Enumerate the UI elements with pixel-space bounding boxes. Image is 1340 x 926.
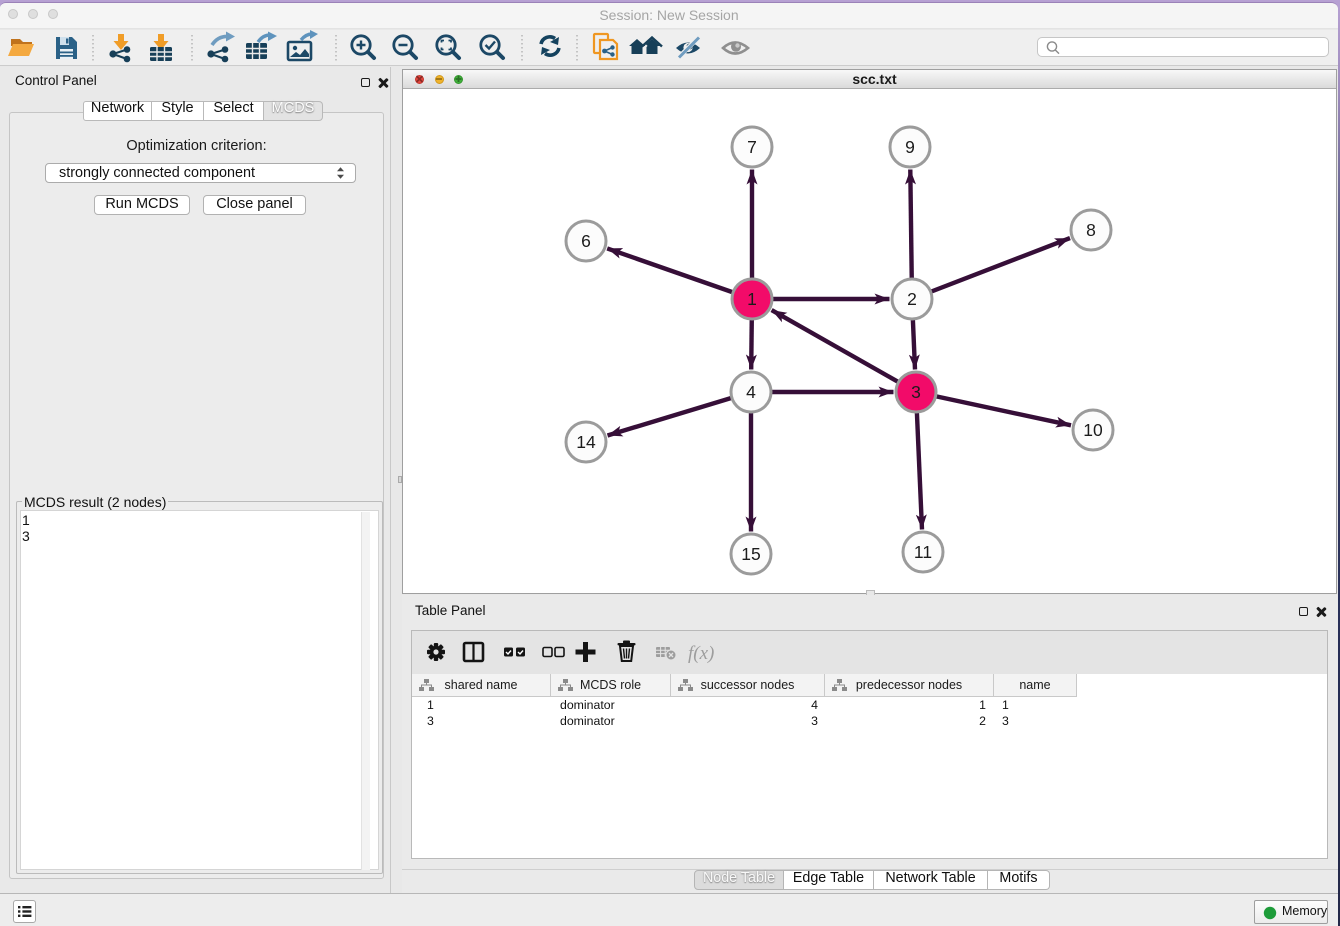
svg-text:f(x): f(x) [688, 643, 714, 664]
svg-text:10: 10 [1083, 420, 1103, 440]
svg-text:11: 11 [914, 542, 932, 562]
svg-text:14: 14 [576, 432, 596, 452]
svg-text:8: 8 [1086, 220, 1096, 240]
svg-text:1: 1 [747, 289, 757, 309]
svg-text:3: 3 [911, 382, 921, 402]
svg-text:6: 6 [581, 231, 591, 251]
svg-text:15: 15 [741, 544, 760, 564]
svg-text:4: 4 [746, 382, 756, 402]
svg-text:9: 9 [905, 137, 915, 157]
svg-text:7: 7 [747, 137, 757, 157]
svg-text:2: 2 [907, 289, 917, 309]
